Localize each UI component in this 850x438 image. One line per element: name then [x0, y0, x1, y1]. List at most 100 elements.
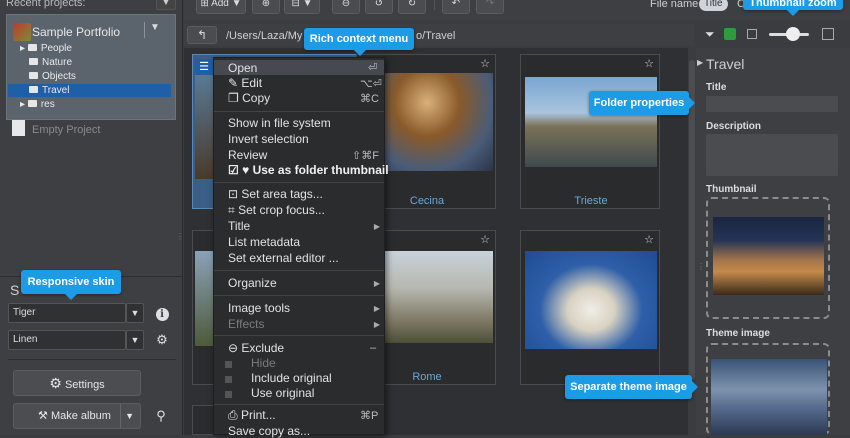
- star-icon[interactable]: ☆: [644, 57, 654, 70]
- menu-item-effects[interactable]: Effects: [228, 317, 264, 331]
- description-input[interactable]: [706, 134, 838, 176]
- edit-dropdown-icon[interactable]: ⊟ ▼: [284, 0, 320, 14]
- empty-project-item[interactable]: Empty Project: [32, 124, 100, 136]
- spreadsheet-icon[interactable]: [724, 28, 736, 40]
- recent-projects-dropdown[interactable]: ▼: [156, 0, 176, 10]
- menu-shortcut: ⌘P: [360, 410, 379, 422]
- undo-icon[interactable]: ↶: [442, 0, 470, 14]
- parent-folder-button[interactable]: ↰: [187, 26, 217, 44]
- zoom-slider-thumb[interactable]: [786, 27, 800, 41]
- callout-folder-properties: Folder properties: [589, 91, 689, 115]
- menu-item-label: Set area tags...: [241, 187, 323, 201]
- style-select-dropdown[interactable]: ▼: [126, 330, 144, 350]
- menu-item-set-crop-focus[interactable]: ⌗ Set crop focus...: [228, 203, 325, 218]
- menu-separator: [214, 295, 384, 296]
- menu-item-show-in-file-system[interactable]: Show in file system: [228, 116, 331, 130]
- add-button[interactable]: ⊞ Add ▼: [196, 0, 246, 14]
- thumbnail-cell[interactable]: [192, 405, 214, 435]
- exclude-icon: ⊖: [228, 341, 239, 355]
- project-dropdown-button[interactable]: ▼: [150, 22, 160, 33]
- path-text-tail[interactable]: o/Travel: [416, 30, 455, 42]
- submenu-arrow-icon: ▶: [373, 304, 380, 313]
- menu-item-hide[interactable]: Hide: [251, 356, 276, 370]
- theme-image-drop-zone[interactable]: [706, 343, 830, 435]
- folder-icon: [27, 100, 37, 107]
- submenu-arrow-icon: ▶: [373, 222, 380, 231]
- folder-thumbnail-image: [713, 217, 824, 295]
- make-album-button[interactable]: ⚒ Make album ▼: [13, 403, 141, 429]
- path-text[interactable]: /Users/Laza/My: [226, 30, 302, 42]
- remove-icon[interactable]: ⊖: [332, 0, 360, 14]
- small-thumb-icon[interactable]: [747, 29, 757, 39]
- style-select[interactable]: Linen: [8, 330, 126, 350]
- info-icon: i: [155, 308, 169, 321]
- thumbnail-drop-zone[interactable]: [706, 197, 830, 319]
- new-folder-icon[interactable]: ⊕: [252, 0, 280, 14]
- menu-item-list-metadata[interactable]: List metadata: [228, 235, 300, 249]
- menu-item-open[interactable]: Open: [228, 61, 257, 75]
- tree-item-label: Travel: [42, 85, 70, 96]
- folder-title: Travel: [706, 56, 745, 72]
- star-icon[interactable]: ☆: [644, 233, 654, 246]
- resize-grip-icon[interactable]: ⋮: [697, 262, 705, 271]
- checkbox-icon[interactable]: [225, 391, 232, 398]
- menu-item-edit[interactable]: ✎ Edit: [228, 76, 262, 90]
- star-icon[interactable]: ☆: [480, 233, 490, 246]
- skin-info-icon[interactable]: i: [152, 303, 172, 323]
- tree-item-label: People: [40, 43, 72, 54]
- thumbnail-cell[interactable]: ☆ Trieste: [520, 54, 660, 209]
- skin-settings-gear-icon[interactable]: ⚙: [152, 330, 172, 350]
- make-album-label: Make album: [50, 410, 111, 422]
- tree-item-res[interactable]: ▸ res: [20, 99, 55, 110]
- menu-item-set-external-editor[interactable]: Set external editor ...: [228, 251, 339, 265]
- tree-item-travel[interactable]: Travel: [29, 85, 69, 96]
- resize-grip-icon[interactable]: ⋮: [176, 232, 184, 241]
- collapse-arrow-icon[interactable]: ▶: [697, 58, 703, 67]
- rotate-right-icon[interactable]: ↻: [398, 0, 426, 14]
- hammer-icon: ⚒: [38, 410, 48, 422]
- checkbox-icon[interactable]: [225, 376, 232, 383]
- callout-pointer: [65, 294, 77, 300]
- project-dropdown-divider: [144, 22, 145, 38]
- menu-item-label: Exclude: [241, 341, 285, 355]
- checkbox-icon[interactable]: [225, 361, 232, 368]
- make-album-dropdown-icon[interactable]: ▼: [120, 404, 134, 428]
- menu-separator: [214, 404, 384, 405]
- menu-item-review[interactable]: Review: [228, 148, 267, 162]
- menu-separator: [214, 111, 384, 112]
- redo-icon[interactable]: ↷: [476, 0, 504, 14]
- tree-item-people[interactable]: ▸ People: [20, 43, 72, 54]
- tree-item-nature[interactable]: Nature: [29, 57, 72, 68]
- search-icon[interactable]: ⚲: [151, 406, 171, 426]
- thumbnail-cell[interactable]: [192, 230, 214, 385]
- title-toggle[interactable]: Title: [699, 0, 728, 11]
- menu-item-print[interactable]: ⎙ Print...: [228, 408, 276, 423]
- rotate-left-icon[interactable]: ↺: [365, 0, 393, 14]
- large-thumb-icon[interactable]: [822, 28, 834, 40]
- tree-item-objects[interactable]: Objects: [29, 71, 76, 82]
- skin-select-dropdown[interactable]: ▼: [126, 303, 144, 323]
- expand-arrow-icon[interactable]: ▸: [20, 99, 25, 110]
- menu-item-organize[interactable]: Organize: [228, 276, 277, 290]
- menu-item-use-as-folder-thumbnail[interactable]: ☑ ♥ Use as folder thumbnail: [228, 163, 389, 177]
- menu-item-set-area-tags[interactable]: ⊡ Set area tags...: [228, 187, 323, 201]
- project-name[interactable]: Sample Portfolio: [32, 25, 120, 39]
- filter-icon[interactable]: ⏷: [705, 27, 715, 42]
- thumbnail-menu-icon[interactable]: ☰: [195, 59, 213, 75]
- tree-item-label: res: [40, 99, 55, 110]
- star-icon[interactable]: ☆: [480, 57, 490, 70]
- thumbnail-cell[interactable]: ☆: [520, 230, 660, 385]
- menu-item-save-copy-as[interactable]: Save copy as...: [228, 424, 310, 438]
- expand-arrow-icon[interactable]: ▸: [20, 43, 25, 54]
- menu-item-exclude[interactable]: ⊖ Exclude: [228, 341, 284, 355]
- menu-item-include-original[interactable]: Include original: [251, 371, 332, 385]
- tree-item-label: Objects: [42, 71, 76, 82]
- menu-item-image-tools[interactable]: Image tools: [228, 301, 290, 315]
- menu-item-copy[interactable]: ❐ Copy: [228, 91, 270, 105]
- settings-button[interactable]: ⚙ Settings: [13, 370, 141, 396]
- skin-select[interactable]: Tiger: [8, 303, 126, 323]
- menu-item-invert-selection[interactable]: Invert selection: [228, 132, 309, 146]
- menu-item-title[interactable]: Title: [228, 219, 250, 233]
- title-input[interactable]: [706, 96, 838, 112]
- menu-item-use-original[interactable]: Use original: [251, 386, 314, 400]
